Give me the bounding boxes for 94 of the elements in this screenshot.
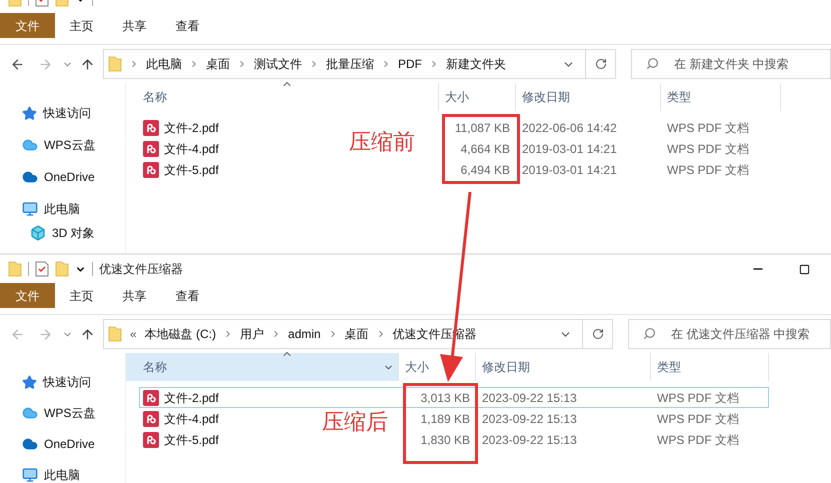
checklist-icon[interactable] bbox=[35, 261, 49, 277]
nav-item[interactable]: WPS云盘 bbox=[0, 134, 125, 156]
file-size: 1,189 KB bbox=[420, 410, 471, 428]
pdf-file-icon bbox=[143, 432, 159, 448]
breadcrumb-item[interactable]: 批量压缩 bbox=[326, 55, 374, 73]
cloud-icon bbox=[22, 436, 38, 452]
window-title: 优速文件压缩器 bbox=[99, 261, 183, 278]
ribbon-tab[interactable]: 共享 bbox=[108, 13, 161, 38]
breadcrumb-item[interactable]: admin bbox=[288, 325, 321, 343]
cube-icon bbox=[30, 225, 46, 241]
breadcrumb-item[interactable]: 新建文件夹 bbox=[446, 55, 506, 73]
breadcrumb-item[interactable]: 桌面 bbox=[344, 325, 369, 343]
new-folder-icon bbox=[55, 261, 69, 277]
modified-date: 2022-06-06 14:42 bbox=[521, 120, 618, 136]
search-field[interactable]: 在 优速文件压缩器 中搜索 bbox=[628, 319, 831, 349]
ribbon-tab[interactable]: 查看 bbox=[161, 283, 214, 308]
maximize-icon bbox=[798, 264, 810, 274]
ribbon-tab[interactable]: 主页 bbox=[55, 13, 108, 38]
file-size: 4,664 KB bbox=[460, 140, 511, 158]
folder-icon bbox=[108, 56, 122, 72]
nav-item[interactable]: WPS云盘 bbox=[0, 402, 125, 424]
column-header[interactable]: 修改日期 bbox=[516, 83, 661, 111]
pdf-file-icon bbox=[143, 162, 159, 178]
refresh-icon[interactable] bbox=[592, 328, 604, 340]
ribbon-tab[interactable]: 主页 bbox=[55, 283, 108, 308]
breadcrumb-item[interactable]: 本地磁盘 (C:) bbox=[144, 325, 216, 343]
column-header[interactable]: 修改日期 bbox=[476, 353, 651, 381]
folder-icon bbox=[8, 261, 22, 277]
file-type: WPS PDF 文档 bbox=[666, 162, 750, 178]
cloud-icon bbox=[22, 169, 38, 185]
nav-item[interactable]: 3D 对象 bbox=[0, 222, 125, 244]
file-type: WPS PDF 文档 bbox=[656, 390, 740, 406]
column-header[interactable]: 名称 bbox=[126, 353, 399, 381]
breadcrumb-item[interactable]: 用户 bbox=[240, 325, 264, 343]
annotation-label: 压缩后 bbox=[322, 411, 388, 433]
modified-date: 2019-03-01 14:21 bbox=[521, 162, 618, 178]
file-type: WPS PDF 文档 bbox=[666, 140, 750, 158]
file-row[interactable]: 文件-2.pdf 3,013 KB 2023-09-22 15:13 WPS PDF 文档 bbox=[139, 387, 769, 408]
star-icon bbox=[22, 374, 37, 390]
nav-item[interactable]: 此电脑 bbox=[0, 198, 125, 220]
file-size: 11,087 KB bbox=[454, 120, 511, 136]
breadcrumb-item[interactable]: 此电脑 bbox=[146, 55, 182, 73]
nav-item[interactable]: OneDrive bbox=[0, 434, 125, 454]
modified-date: 2019-03-01 14:21 bbox=[521, 140, 618, 158]
monitor-icon bbox=[22, 201, 38, 217]
file-name: 文件-5.pdf bbox=[164, 162, 219, 178]
file-name: 文件-4.pdf bbox=[164, 410, 219, 428]
column-header[interactable]: 名称 bbox=[126, 83, 439, 111]
ribbon-tab[interactable]: 文件 bbox=[0, 283, 55, 308]
ribbon-tab[interactable]: 查看 bbox=[161, 13, 214, 38]
monitor-icon bbox=[22, 466, 38, 483]
search-icon bbox=[643, 327, 656, 340]
cloud-icon bbox=[22, 137, 38, 153]
nav-item[interactable]: 此电脑 bbox=[0, 464, 125, 483]
file-size: 1,830 KB bbox=[420, 432, 471, 448]
breadcrumb-item[interactable]: 测试文件 bbox=[254, 55, 302, 73]
file-type: WPS PDF 文档 bbox=[656, 410, 740, 428]
column-header[interactable]: 类型 bbox=[661, 83, 781, 111]
up-icon[interactable] bbox=[80, 56, 95, 72]
nav-item[interactable]: 快速访问 bbox=[0, 372, 125, 393]
star-icon bbox=[22, 106, 37, 120]
refresh-icon[interactable] bbox=[594, 58, 606, 70]
modified-date: 2023-09-22 15:13 bbox=[481, 432, 578, 448]
file-size: 3,013 KB bbox=[420, 390, 471, 406]
file-size: 6,494 KB bbox=[460, 162, 511, 178]
address-bar[interactable]: 此电脑 桌面 测试文件 批量压缩 PDF 新建文件夹 bbox=[103, 49, 616, 79]
annotation-label: 压缩前 bbox=[349, 131, 415, 153]
file-name: 文件-5.pdf bbox=[164, 432, 219, 448]
breadcrumb-item[interactable]: 桌面 bbox=[206, 55, 230, 73]
nav-item[interactable]: 快速访问 bbox=[0, 102, 125, 124]
pdf-file-icon bbox=[143, 120, 159, 136]
ribbon-tab[interactable]: 共享 bbox=[108, 283, 161, 308]
pdf-file-icon bbox=[143, 410, 159, 426]
ribbon-tab[interactable]: 文件 bbox=[0, 13, 55, 38]
back-icon[interactable] bbox=[10, 56, 25, 72]
up-icon[interactable] bbox=[80, 326, 95, 342]
modified-date: 2023-09-22 15:13 bbox=[481, 410, 578, 428]
search-icon bbox=[646, 57, 659, 70]
search-field[interactable]: 在 新建文件夹 中搜索 bbox=[631, 49, 831, 79]
cloud-icon bbox=[22, 405, 38, 422]
file-name: 文件-4.pdf bbox=[164, 140, 219, 158]
pdf-file-icon bbox=[143, 140, 159, 156]
file-name: 文件-2.pdf bbox=[164, 390, 219, 406]
file-type: WPS PDF 文档 bbox=[656, 432, 740, 448]
column-header[interactable]: 类型 bbox=[651, 353, 769, 381]
overflow-chevron[interactable]: « bbox=[130, 325, 137, 343]
folder-icon bbox=[108, 326, 122, 342]
column-header[interactable]: 大小 bbox=[439, 83, 516, 111]
breadcrumb-item[interactable]: PDF bbox=[398, 55, 422, 73]
file-type: WPS PDF 文档 bbox=[666, 120, 750, 136]
nav-item[interactable]: OneDrive bbox=[0, 166, 125, 188]
modified-date: 2023-09-22 15:13 bbox=[481, 390, 578, 406]
pdf-file-icon bbox=[143, 390, 159, 406]
file-name: 文件-2.pdf bbox=[164, 120, 219, 136]
